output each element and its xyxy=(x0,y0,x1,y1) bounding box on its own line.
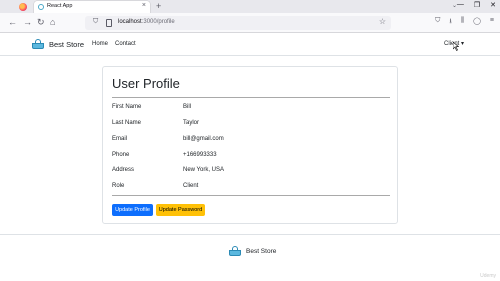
library-icon[interactable]: ⫼ xyxy=(461,17,464,28)
profile-card: User Profile First Name Bill Last Name T… xyxy=(102,66,398,224)
browser-tab[interactable]: React App × xyxy=(34,1,150,13)
actions-divider xyxy=(112,195,390,196)
watermark: Udemy xyxy=(480,273,496,279)
brand-name: Best Store xyxy=(49,39,85,49)
mouse-cursor-icon xyxy=(453,42,459,51)
new-tab-icon[interactable]: + xyxy=(156,1,161,11)
menu-icon[interactable]: ≡ xyxy=(490,17,494,28)
field-value: +166993333 xyxy=(183,152,217,158)
field-label: First Name xyxy=(112,104,142,110)
close-window-icon[interactable]: ✕ xyxy=(490,1,496,9)
app-navbar: Best Store Home Contact Client ▾ xyxy=(0,34,500,56)
page-title: User Profile xyxy=(112,76,180,91)
browser-tab-bar: React App × + ⌄ — ❐ ✕ xyxy=(0,0,500,13)
field-label: Last Name xyxy=(112,120,142,126)
shield-icon[interactable]: ⛉ xyxy=(435,17,440,28)
field-value: Bill xyxy=(183,104,192,110)
home-icon[interactable]: ⌂ xyxy=(50,17,55,28)
footer-brand-name: Best Store xyxy=(246,247,277,255)
account-icon[interactable]: ◯ xyxy=(473,17,481,28)
window-controls: — ❐ ✕ xyxy=(457,1,496,9)
field-label: Role xyxy=(112,183,125,189)
field-value: New York, USA xyxy=(183,167,225,173)
footer-brand: Best Store xyxy=(229,246,276,256)
tracking-shield-icon[interactable]: ⛉ xyxy=(93,18,98,26)
download-icon[interactable]: ⭳ xyxy=(449,17,451,28)
field-value: Taylor xyxy=(183,120,200,126)
back-icon[interactable]: ← xyxy=(8,17,17,28)
field-label: Phone xyxy=(112,152,130,158)
firefox-view-icon[interactable] xyxy=(19,3,27,11)
basket-icon xyxy=(32,39,44,49)
tab-title: React App xyxy=(47,3,73,9)
minimize-icon[interactable]: — xyxy=(457,1,464,9)
url-bar[interactable]: ⛉ localhost:3000/profile ☆ xyxy=(85,16,391,30)
brand-link[interactable]: Best Store xyxy=(32,39,84,49)
update-password-button[interactable]: Update Password xyxy=(156,204,205,216)
browser-toolbar: ← → ↻ ⌂ ⛉ localhost:3000/profile ☆ ⛉ ⭳ ⫼… xyxy=(0,13,500,33)
field-value: bill@gmail.com xyxy=(183,136,224,142)
url-path: :3000/profile xyxy=(141,19,175,25)
field-label: Email xyxy=(112,136,128,142)
url-text[interactable]: localhost:3000/profile xyxy=(118,19,175,25)
field-value: Client xyxy=(183,183,199,189)
tab-close-icon[interactable]: × xyxy=(142,2,146,9)
bookmark-star-icon[interactable]: ☆ xyxy=(379,17,386,26)
forward-icon[interactable]: → xyxy=(23,17,32,28)
page-info-icon[interactable] xyxy=(106,19,112,27)
title-divider xyxy=(112,97,390,98)
nav-contact-link[interactable]: Contact xyxy=(115,41,136,47)
basket-icon xyxy=(229,246,241,256)
app-footer: Best Store xyxy=(0,234,500,281)
browser-toolbar-icons: ⛉ ⭳ ⫼ ◯ ≡ xyxy=(435,17,494,28)
url-host: localhost xyxy=(118,19,142,25)
reload-icon[interactable]: ↻ xyxy=(37,17,45,28)
nav-home-link[interactable]: Home xyxy=(92,41,108,47)
field-label: Address xyxy=(112,167,135,173)
react-favicon-icon xyxy=(38,4,44,10)
update-profile-button[interactable]: Update Profile xyxy=(112,204,153,216)
maximize-icon[interactable]: ❐ xyxy=(474,1,480,9)
